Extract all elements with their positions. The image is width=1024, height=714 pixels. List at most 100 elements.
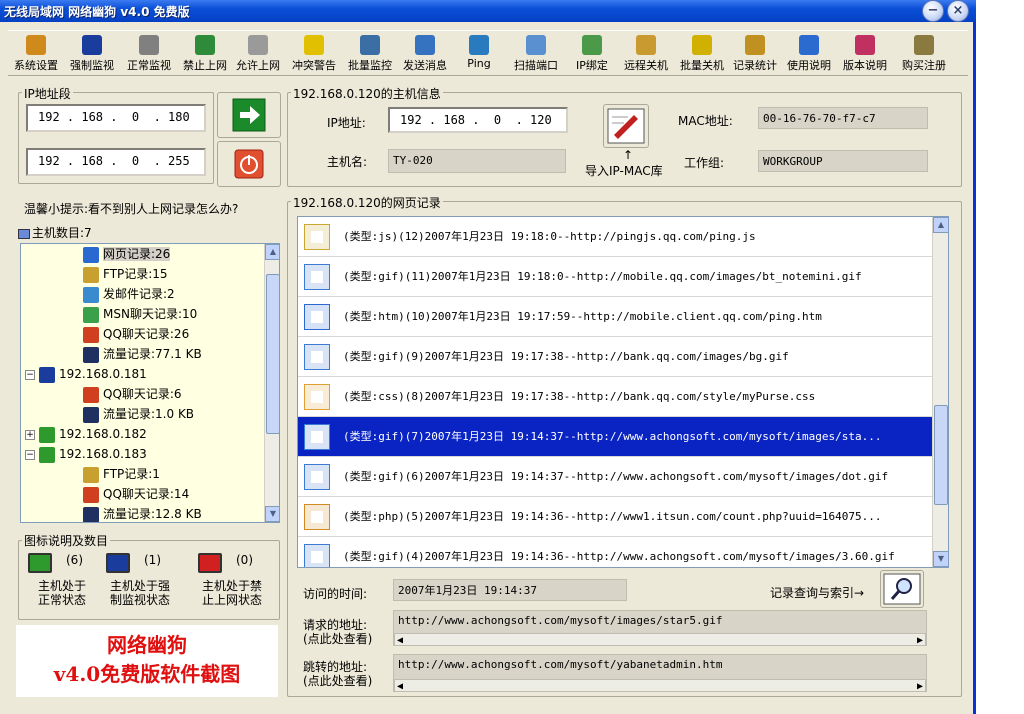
web-list-scroll-down-button[interactable]: ▼ <box>933 551 948 567</box>
web-list-scrollbar[interactable]: ▲ ▼ <box>932 217 948 567</box>
redirect-url-text: http://www.achongsoft.com/mysoft/yabanet… <box>398 658 723 671</box>
host-tree[interactable]: ▲ ▼ 网页记录:26 FTP记录:15 发邮件记录:2 MSN聊天记录:10 QQ聊天… <box>20 243 280 523</box>
tree-scroll-up-button[interactable]: ▲ <box>265 244 279 260</box>
web-record-row[interactable]: (类型:htm)(10)2007年1月23日 19:17:59--http://… <box>298 297 932 337</box>
toolbar-button-label: 记录统计 <box>733 59 777 72</box>
tree-node[interactable]: QQ聊天记录:14 <box>67 484 189 504</box>
tree-scrollbar[interactable]: ▲ ▼ <box>264 244 279 522</box>
start-scan-button[interactable] <box>217 92 281 138</box>
tree-node[interactable]: 流量记录:1.0 KB <box>67 404 194 424</box>
js-file-icon <box>304 224 330 250</box>
web-record-row[interactable]: (类型:css)(8)2007年1月23日 19:17:38--http://b… <box>298 377 932 417</box>
collapse-icon[interactable]: − <box>25 369 35 380</box>
workgroup-field: WORKGROUP <box>758 150 928 172</box>
toolbar-button-label: 远程关机 <box>624 59 668 72</box>
import-ip-mac-button[interactable] <box>603 104 649 148</box>
tree-node[interactable]: − 192.168.0.181 <box>25 364 147 384</box>
tree-node[interactable]: 流量记录:77.1 KB <box>67 344 202 364</box>
monitor-blue-icon <box>39 366 55 383</box>
minimize-button[interactable]: − <box>922 0 944 22</box>
toolbar-button-16[interactable]: 购买注册 <box>896 35 952 75</box>
toolbar-button-12[interactable]: 批量关机 <box>676 35 728 75</box>
toolbar-button-14[interactable]: 使用说明 <box>783 35 835 75</box>
traffic-icon <box>83 406 99 423</box>
tree-node[interactable]: FTP记录:1 <box>67 464 160 484</box>
legend-item: (6) 主机处于 正常状态 <box>22 553 102 607</box>
tree-node-label: QQ聊天记录:26 <box>103 327 190 341</box>
web-record-text: (类型:gif)(6)2007年1月23日 19:14:37--http://w… <box>343 470 889 483</box>
web-record-row[interactable]: (类型:js)(12)2007年1月23日 19:18:0--http://pi… <box>298 217 932 257</box>
image-file-icon <box>304 264 330 290</box>
promo-subtitle: v4.0免费版软件截图 <box>53 662 241 686</box>
scroll-right-icon[interactable]: ▶ <box>917 677 923 691</box>
redirect-url-scrollbar[interactable]: ◀ ▶ <box>394 677 926 691</box>
tree-node[interactable]: QQ聊天记录:26 <box>67 324 189 344</box>
toolbar-button-11[interactable]: 远程关机 <box>619 35 673 75</box>
php-file-icon <box>304 504 330 530</box>
scroll-left-icon[interactable]: ◀ <box>397 677 403 691</box>
web-record-row[interactable]: (类型:gif)(4)2007年1月23日 19:14:36--http://w… <box>298 537 932 567</box>
legend-item: (1) 主机处于强 制监视状态 <box>100 553 180 607</box>
request-url-label[interactable]: 请求的地址: (点此处查看) <box>303 618 372 646</box>
record-query-label: 记录查询与索引→ <box>770 586 865 600</box>
legend-label: 图标说明及数目 <box>22 532 111 549</box>
toolbar-button-4[interactable]: 允许上网 <box>232 35 284 75</box>
ip-address-label: IP地址: <box>327 116 366 130</box>
toolbar-button-13[interactable]: 记录统计 <box>729 35 781 75</box>
tree-node[interactable]: − 192.168.0.183 <box>25 444 147 464</box>
tree-node[interactable]: 发邮件记录:2 <box>67 284 175 304</box>
web-records-list[interactable]: (类型:gif)(4)2007年1月23日 19:14:36--http://w… <box>297 216 949 568</box>
tree-node[interactable]: 网页记录:26 <box>67 244 171 264</box>
ip-end-input[interactable]: 192 . 168 . 0 . 255 <box>26 148 206 176</box>
scroll-left-icon[interactable]: ◀ <box>397 631 403 645</box>
web-list-scroll-up-button[interactable]: ▲ <box>933 217 948 233</box>
tree-node[interactable]: MSN聊天记录:10 <box>67 304 197 324</box>
toolbar-button-2[interactable]: 正常监视 <box>121 35 177 75</box>
expand-icon[interactable]: + <box>25 429 35 440</box>
toolbar-button-0[interactable]: 系统设置 <box>10 35 62 75</box>
image-file-icon <box>304 464 330 490</box>
ip-start-input[interactable]: 192 . 168 . 0 . 180 <box>26 104 206 132</box>
web-record-row[interactable]: (类型:gif)(9)2007年1月23日 19:17:38--http://b… <box>298 337 932 377</box>
web-record-row[interactable]: (类型:gif)(7)2007年1月23日 19:14:37--http://w… <box>298 417 932 457</box>
toolbar-button-3[interactable]: 禁止上网 <box>179 35 231 75</box>
host-info-label: 192.168.0.120的主机信息 <box>291 85 443 102</box>
tip-link[interactable]: 温馨小提示:看不到别人上网记录怎么办? <box>24 200 238 217</box>
help-icon <box>799 35 819 55</box>
computer-icon <box>18 228 30 239</box>
request-url-scrollbar[interactable]: ◀ ▶ <box>394 631 926 645</box>
toolbar-button-15[interactable]: 版本说明 <box>839 35 891 75</box>
web-list-scroll-thumb[interactable] <box>934 405 948 505</box>
record-query-button[interactable] <box>880 570 924 608</box>
redirect-url-label[interactable]: 跳转的地址: (点此处查看) <box>303 660 372 688</box>
tree-node[interactable]: 流量记录:12.8 KB <box>67 504 202 522</box>
host-ip-field[interactable]: 192 . 168 . 0 . 120 <box>388 107 568 133</box>
toolbar-button-9[interactable]: 扫描端口 <box>508 35 564 75</box>
web-record-row[interactable]: (类型:gif)(6)2007年1月23日 19:14:37--http://w… <box>298 457 932 497</box>
tree-node-label: 网页记录:26 <box>103 247 171 261</box>
toolbar-button-8[interactable]: Ping <box>459 35 499 75</box>
host-name-field: TY-020 <box>388 149 566 173</box>
toolbar-button-6[interactable]: 批量监控 <box>344 35 396 75</box>
toolbar: 系统设置 强制监视 正常监视 禁止上网 允许上网 冲突警告 批量监控 发送消息 Ping 扫描端口… <box>8 30 968 76</box>
tree-scroll-thumb[interactable] <box>266 274 279 434</box>
toolbar-button-7[interactable]: 发送消息 <box>399 35 451 75</box>
web-record-row[interactable]: (类型:gif)(11)2007年1月23日 19:18:0--http://m… <box>298 257 932 297</box>
collapse-icon[interactable]: − <box>25 449 35 460</box>
tree-node[interactable]: FTP记录:15 <box>67 264 168 284</box>
tree-scroll-down-button[interactable]: ▼ <box>265 506 279 522</box>
close-button[interactable]: × <box>947 0 969 22</box>
web-record-row[interactable]: (类型:php)(5)2007年1月23日 19:14:36--http://w… <box>298 497 932 537</box>
toolbar-button-5[interactable]: 冲突警告 <box>288 35 340 75</box>
toolbar-button-label: 系统设置 <box>14 59 58 72</box>
ip-bind-icon <box>582 35 602 55</box>
tree-node-label: 192.168.0.181 <box>59 367 147 381</box>
stop-scan-button[interactable] <box>217 141 281 187</box>
tree-node[interactable]: +192.168.0.182 <box>25 424 147 444</box>
promo-title: 网络幽狗 <box>107 633 187 657</box>
toolbar-button-10[interactable]: IP绑定 <box>568 35 616 75</box>
toolbar-button-label: 使用说明 <box>787 59 831 72</box>
tree-node[interactable]: QQ聊天记录:6 <box>67 384 182 404</box>
toolbar-button-1[interactable]: 强制监视 <box>66 35 118 75</box>
scroll-right-icon[interactable]: ▶ <box>917 631 923 645</box>
